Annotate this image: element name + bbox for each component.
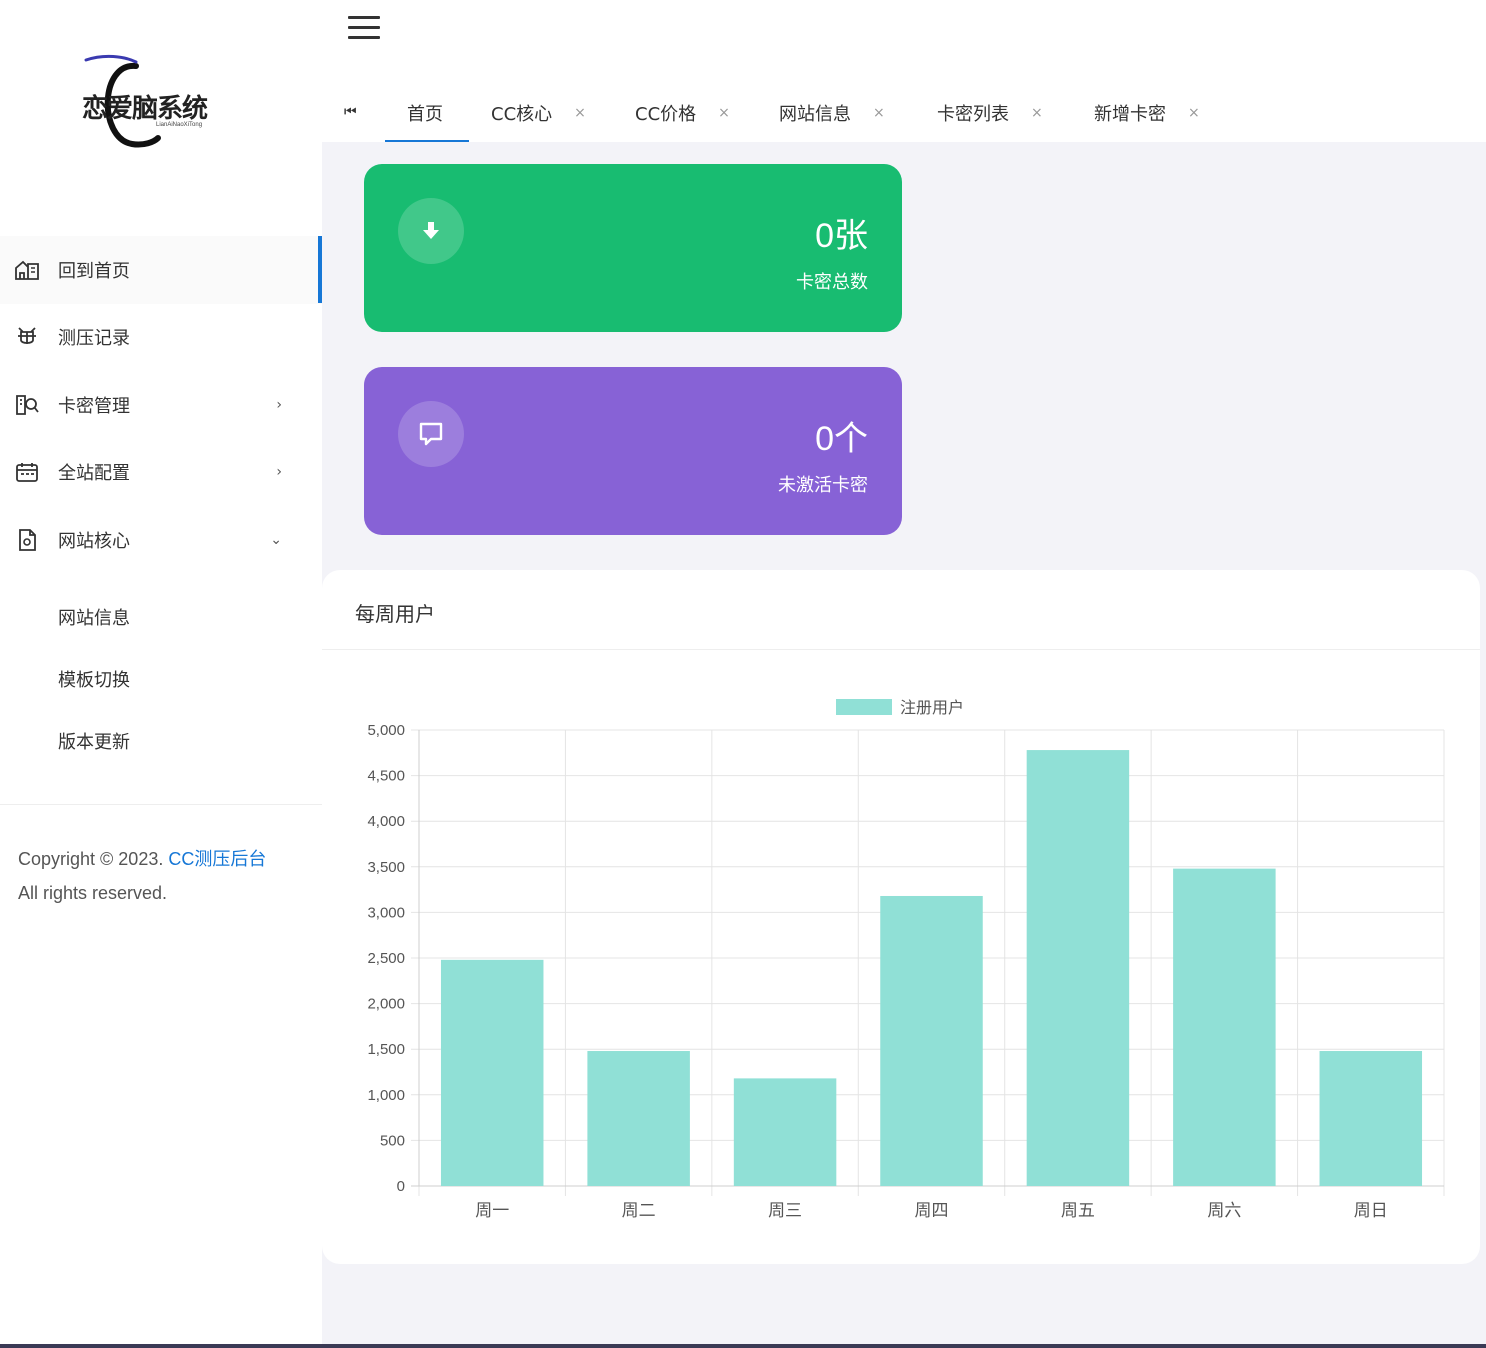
sidebar-submenu: 网站信息 模板切换 版本更新 xyxy=(0,574,322,772)
stat-label: 卡密总数 xyxy=(796,272,868,293)
sidebar-item-card-management[interactable]: 卡密管理 › xyxy=(0,371,322,439)
x-tick-label: 周三 xyxy=(768,1201,802,1221)
bar xyxy=(440,959,544,1186)
sidebar-divider xyxy=(0,804,322,805)
stat-card-inactive-cards: 0个 未激活卡密 xyxy=(364,367,902,535)
bar xyxy=(880,895,983,1186)
chevron-right-icon: › xyxy=(276,464,282,481)
sidebar-nav: 回到首页 测压记录 卡密管理 › 全站配置 › 网站核心 ⌄ 网站信息 模板切换… xyxy=(0,236,322,772)
bottom-strip xyxy=(0,1344,1486,1348)
sidebar: 恋爱脑系统 LianAiNaoXiTong 回到首页 测压记录 卡密管理 › 全… xyxy=(0,0,322,1344)
close-icon[interactable]: × xyxy=(873,105,885,121)
sidebar-item-site-config[interactable]: 全站配置 › xyxy=(0,439,322,507)
tab-label: 网站信息 xyxy=(779,104,851,125)
sidebar-subitem-template-switch[interactable]: 模板切换 xyxy=(0,648,322,710)
sidebar-item-home[interactable]: 回到首页 xyxy=(0,236,322,304)
bar xyxy=(733,1078,837,1186)
y-tick-label: 5,000 xyxy=(367,722,405,739)
sidebar-item-pressure-log[interactable]: 测压记录 xyxy=(0,304,322,372)
sidebar-item-label: 卡密管理 xyxy=(58,395,130,417)
close-icon[interactable]: × xyxy=(574,105,586,121)
legend-swatch xyxy=(836,699,892,715)
tab-card-list[interactable]: 卡密列表 × xyxy=(937,84,1043,142)
tab-add-card[interactable]: 新增卡密 × xyxy=(1094,84,1200,142)
logo-text: 恋爱脑系统 xyxy=(82,94,208,124)
close-icon[interactable]: × xyxy=(1031,105,1043,121)
y-tick-label: 2,500 xyxy=(367,950,405,967)
tab-cc-core[interactable]: CC核心 × xyxy=(491,84,586,142)
y-tick-label: 0 xyxy=(397,1178,405,1195)
y-tick-label: 3,500 xyxy=(367,859,405,876)
home-icon xyxy=(14,257,40,283)
stat-value: 0张 xyxy=(815,217,868,255)
copyright-suffix: All rights reserved. xyxy=(18,883,168,903)
tab-label: 新增卡密 xyxy=(1094,104,1166,125)
sidebar-subitem-site-info[interactable]: 网站信息 xyxy=(0,586,322,648)
copyright-link[interactable]: CC测压后台 xyxy=(168,849,266,869)
tab-label: 卡密列表 xyxy=(937,104,1009,125)
active-tab-indicator xyxy=(385,140,469,142)
bar xyxy=(1026,750,1130,1186)
bar xyxy=(1319,1051,1423,1186)
tab-first-icon[interactable]: ⏮ xyxy=(344,104,357,120)
weekly-users-chart: 0 500 1,000 1,500 2,000 2,500 3,000 3,500 4,000 4… xyxy=(367,698,1445,1221)
calendar-icon xyxy=(14,459,40,485)
chevron-down-icon: ⌄ xyxy=(270,531,282,548)
y-tick-label: 4,000 xyxy=(367,813,405,830)
sidebar-item-label: 回到首页 xyxy=(58,260,130,282)
y-tick-label: 2,000 xyxy=(367,996,405,1013)
x-tick-label: 周日 xyxy=(1354,1201,1388,1221)
copyright: Copyright © 2023. CC测压后台 All rights rese… xyxy=(18,842,266,910)
x-tick-label: 周二 xyxy=(622,1201,656,1221)
tab-home[interactable]: 首页 xyxy=(407,84,443,142)
y-tick-label: 1,000 xyxy=(367,1087,405,1104)
sidebar-item-label: 全站配置 xyxy=(58,463,130,485)
bug-icon xyxy=(14,324,40,350)
tab-cc-price[interactable]: CC价格 × xyxy=(635,84,730,142)
tab-label: 首页 xyxy=(407,104,443,125)
download-arrow-icon xyxy=(398,198,464,264)
sidebar-item-site-core[interactable]: 网站核心 ⌄ xyxy=(0,506,322,574)
file-icon xyxy=(14,527,40,553)
x-tick-label: 周五 xyxy=(1061,1201,1095,1221)
logo-subtext: LianAiNaoXiTong xyxy=(156,122,203,128)
close-icon[interactable]: × xyxy=(1188,105,1200,121)
tab-bar: ⏮ 首页 CC核心 × CC价格 × 网站信息 × 卡密列表 × 新增卡密 × xyxy=(322,84,1486,142)
bar xyxy=(587,1051,690,1186)
tab-label: CC价格 xyxy=(635,104,697,125)
x-tick-label: 周六 xyxy=(1207,1201,1241,1221)
bar xyxy=(1173,868,1276,1186)
chat-bubble-icon xyxy=(398,401,464,467)
close-icon[interactable]: × xyxy=(718,105,730,121)
x-tick-label: 周四 xyxy=(915,1201,949,1221)
stat-label: 未激活卡密 xyxy=(778,475,868,496)
y-tick-label: 4,500 xyxy=(367,768,405,785)
sidebar-subitem-version-update[interactable]: 版本更新 xyxy=(0,710,322,772)
search-document-icon xyxy=(14,392,40,418)
tab-label: CC核心 xyxy=(491,104,553,125)
y-tick-label: 500 xyxy=(380,1132,405,1149)
stat-card-total-cards: 0张 卡密总数 xyxy=(364,164,902,332)
y-tick-label: 3,000 xyxy=(367,904,405,921)
x-tick-label: 周一 xyxy=(475,1201,509,1221)
tab-site-info[interactable]: 网站信息 × xyxy=(779,84,885,142)
stat-value: 0个 xyxy=(815,420,868,458)
header: ⏮ 首页 CC核心 × CC价格 × 网站信息 × 卡密列表 × 新增卡密 × xyxy=(322,0,1486,142)
y-tick-label: 1,500 xyxy=(367,1041,405,1058)
weekly-users-panel: 每周用户 0 500 1,000 1,500 2,000 2,500 3,000 3,500 4… xyxy=(322,570,1480,1264)
legend-label: 注册用户 xyxy=(900,698,964,717)
chevron-right-icon: › xyxy=(276,396,282,413)
menu-toggle-icon[interactable] xyxy=(348,16,380,40)
logo[interactable]: 恋爱脑系统 LianAiNaoXiTong xyxy=(80,52,230,152)
copyright-prefix: Copyright © 2023. xyxy=(18,849,169,869)
sidebar-item-label: 网站核心 xyxy=(58,530,130,552)
sidebar-item-label: 测压记录 xyxy=(58,328,130,350)
